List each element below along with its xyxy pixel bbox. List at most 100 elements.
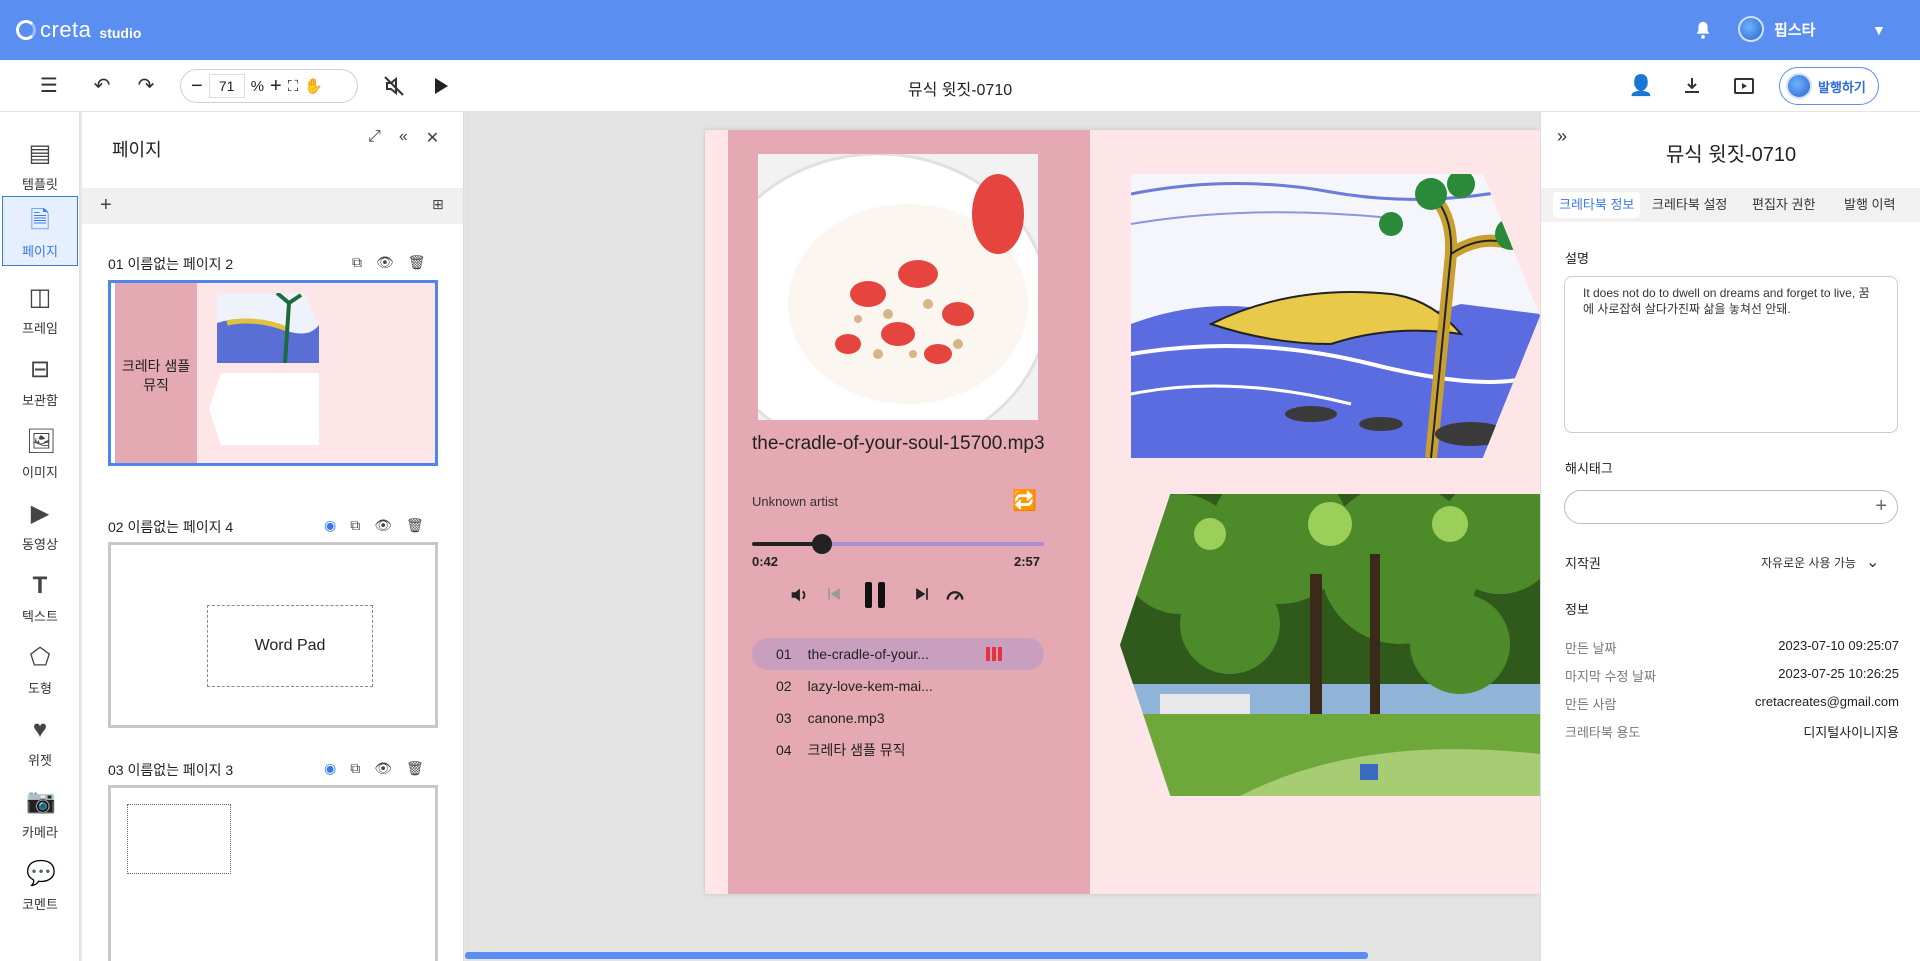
info-row: 마지막 수정 날짜 2023-07-25 10:26:25	[1565, 666, 1899, 685]
rail-item-text[interactable]: T 텍스트	[0, 562, 80, 632]
avatar	[1786, 73, 1812, 99]
page-canvas[interactable]: the-cradle-of-your-soul-15700.mp3 Unknow…	[705, 130, 1540, 894]
notification-bell-icon[interactable]	[1692, 18, 1714, 42]
now-playing-icon	[986, 647, 1004, 661]
copy-icon[interactable]: ⧉	[350, 517, 360, 534]
delete-icon[interactable]: 🗑	[406, 517, 424, 534]
progress-slider[interactable]	[752, 534, 1044, 554]
undo-icon[interactable]: ↶	[89, 74, 115, 98]
info-value: cretacreates@gmail.com	[1755, 694, 1899, 709]
rail-item-image[interactable]: 🖼 이미지	[0, 418, 80, 488]
page-label[interactable]: 03 이름없는 페이지 3	[108, 760, 233, 780]
artist-name: Unknown artist	[752, 494, 838, 509]
next-track-icon[interactable]	[912, 584, 932, 604]
redo-icon[interactable]: ↷	[133, 74, 159, 98]
playlist-item[interactable]: 02 lazy-love-kem-mai...	[752, 670, 1044, 702]
book-info-panel: » 뮤식 윗짓-0710 크레타북 정보 크레타북 설정 편집자 권한 발행 이…	[1540, 112, 1920, 961]
rail-item-frame[interactable]: ◫ 프레임	[0, 274, 80, 344]
record-icon[interactable]: ◉	[324, 760, 336, 777]
rail-item-archive[interactable]: ⊟ 보관함	[0, 346, 80, 416]
rail-item-comment[interactable]: 💬 코멘트	[0, 850, 80, 920]
creta-logo[interactable]: creta studio	[16, 17, 141, 43]
pause-icon[interactable]	[860, 578, 890, 612]
mute-icon[interactable]	[382, 74, 406, 98]
rail-item-label: 텍스트	[22, 609, 58, 624]
track-title: canone.mp3	[807, 710, 885, 726]
progress-knob[interactable]	[812, 534, 833, 554]
tab-publish-history[interactable]: 발행 이력	[1838, 192, 1901, 218]
track-number: 04	[776, 742, 792, 758]
hashtag-label: 해시태그	[1565, 461, 1613, 476]
info-key: 만든 날짜	[1565, 641, 1617, 656]
album-cover-image[interactable]	[758, 154, 1038, 420]
hand-tool-icon[interactable]: ✋	[304, 77, 323, 95]
music-widget[interactable]: the-cradle-of-your-soul-15700.mp3 Unknow…	[728, 130, 1090, 894]
rail-item-shape[interactable]: ⬠ 도형	[0, 634, 80, 704]
tab-book-info[interactable]: 크레타북 정보	[1553, 192, 1641, 218]
camera-icon: 📷	[26, 788, 56, 815]
tab-editor-permissions[interactable]: 편집자 권한	[1746, 192, 1821, 218]
delete-icon[interactable]: 🗑	[408, 254, 426, 271]
page-label[interactable]: 02 이름없는 페이지 4	[108, 517, 233, 537]
document-title[interactable]: 뮤식 윗짓-0710	[860, 76, 1060, 100]
close-icon[interactable]: ✕	[426, 128, 439, 148]
info-key: 크레타북 용도	[1565, 725, 1641, 740]
play-preview-icon[interactable]	[428, 74, 452, 98]
info-key: 마지막 수정 날짜	[1565, 669, 1656, 684]
playlist-item[interactable]: 01 the-cradle-of-your...	[752, 638, 1044, 670]
repeat-icon[interactable]: 🔁	[1012, 488, 1037, 513]
visibility-icon[interactable]: 👁	[374, 760, 392, 777]
download-icon[interactable]	[1680, 74, 1704, 98]
zoom-in-icon[interactable]: +	[270, 75, 282, 98]
playlist-item[interactable]: 04 크레타 샘플 뮤직	[752, 734, 1044, 766]
publish-button[interactable]: 발행하기	[1779, 67, 1879, 105]
collapse-left-icon[interactable]: «	[399, 128, 408, 148]
horizontal-scrollbar[interactable]	[465, 952, 1368, 959]
add-hashtag-icon[interactable]: +	[1875, 495, 1887, 518]
page-actions: ⧉ 👁 🗑	[352, 254, 426, 271]
page-thumbnail[interactable]: 크레타 샘플 뮤직	[108, 280, 438, 466]
rail-item-widget[interactable]: ♥ 위젯	[0, 706, 80, 776]
visibility-icon[interactable]: 👁	[374, 517, 392, 534]
tree-view-icon[interactable]: ⊞	[432, 196, 444, 213]
archive-icon: ⊟	[29, 356, 51, 383]
current-time: 0:42	[752, 554, 779, 569]
tab-book-settings[interactable]: 크레타북 설정	[1646, 192, 1733, 218]
rail-item-template[interactable]: ▤ 템플릿	[0, 130, 80, 200]
visibility-icon[interactable]: 👁	[376, 254, 394, 271]
copy-icon[interactable]: ⧉	[350, 760, 360, 777]
user-menu[interactable]: 핍스타	[1738, 16, 1815, 42]
thumb-art-image	[217, 293, 319, 363]
rail-item-camera[interactable]: 📷 카메라	[0, 778, 80, 848]
zoom-value[interactable]: 71	[208, 74, 245, 98]
fit-screen-icon[interactable]: ⛶	[288, 78, 299, 95]
speed-icon[interactable]	[944, 584, 966, 606]
description-field[interactable]: It does not do to dwell on dreams and fo…	[1564, 276, 1898, 433]
pages-panel-title: 페이지	[112, 140, 162, 160]
add-user-icon[interactable]: 👤	[1628, 74, 1654, 98]
page-thumbnail[interactable]: Word Pad	[108, 542, 438, 728]
hamburger-menu-icon[interactable]: ☰	[36, 74, 62, 98]
record-icon[interactable]: ◉	[324, 517, 336, 534]
page-thumbnail[interactable]	[108, 785, 438, 961]
page-label[interactable]: 01 이름없는 페이지 2	[108, 254, 233, 274]
previous-track-icon[interactable]	[824, 584, 844, 604]
rail-item-label: 페이지	[22, 244, 58, 259]
zoom-out-icon[interactable]: −	[191, 75, 203, 98]
rail-item-video[interactable]: ▶ 동영상	[0, 490, 80, 560]
park-image[interactable]	[1120, 494, 1540, 796]
painting-image[interactable]	[1131, 174, 1540, 458]
copy-icon[interactable]: ⧉	[352, 254, 362, 271]
volume-icon[interactable]	[788, 584, 810, 606]
delete-icon[interactable]: 🗑	[406, 760, 424, 777]
playlist-item[interactable]: 03 canone.mp3	[752, 702, 1044, 734]
video-icon: ▶	[30, 500, 50, 527]
rail-item-page[interactable]: 🗎 페이지	[2, 196, 78, 266]
copyright-select[interactable]: 자유로운 사용 가능 ⌄	[1761, 552, 1879, 572]
hashtag-input[interactable]: +	[1564, 490, 1898, 524]
add-page-icon[interactable]: +	[100, 194, 112, 217]
presentation-icon[interactable]	[1732, 74, 1756, 98]
info-row: 만든 날짜 2023-07-10 09:25:07	[1565, 638, 1899, 657]
expand-icon[interactable]: ⤢	[368, 128, 381, 148]
chevron-down-icon[interactable]: ▼	[1872, 22, 1886, 38]
